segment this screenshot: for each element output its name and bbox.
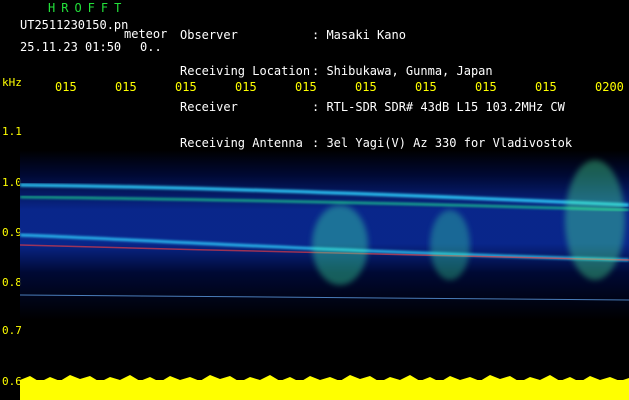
mode-label: meteor (124, 27, 168, 41)
burst-1 (312, 205, 368, 285)
app-name: HROFFT (48, 1, 128, 15)
burst-3 (565, 160, 625, 280)
location-label: Receiving Location (180, 64, 311, 78)
file-name: UT2511230150.pn (20, 18, 129, 32)
time-tick-9: 015 (535, 80, 557, 94)
power-bar (20, 375, 629, 400)
time-tick-7: 015 (415, 80, 437, 94)
freq-unit-label: kHz (2, 76, 22, 89)
time-tick-1: 015 (55, 80, 77, 94)
time-tick-2: 015 (115, 80, 137, 94)
time-tick-6: 015 (355, 80, 377, 94)
time-tick-10: 0200 (595, 80, 624, 94)
observer-value: : Masaki Kano (312, 28, 406, 42)
spectrogram-plot (20, 150, 629, 320)
location-value: : Shibukawa, Gunma, Japan (312, 64, 493, 78)
freq-tick-0.8: 0.8 (2, 276, 22, 289)
burst-2 (430, 210, 470, 280)
header: HROFFT UT2511230150.pn meteor 25.11.23 0… (0, 0, 629, 149)
date-time: 25.11.23 01:50 (20, 40, 122, 54)
freq-tick-1.1: 1.1 (2, 125, 22, 138)
counter: 0.. (140, 40, 162, 54)
time-axis: kHz 015 015 015 015 015 015 015 015 015 … (0, 76, 629, 94)
freq-tick-0.6: 0.6 (2, 375, 22, 388)
observer-label: Observer (180, 28, 238, 42)
time-tick-8: 015 (475, 80, 497, 94)
time-tick-4: 015 (235, 80, 257, 94)
freq-tick-0.7: 0.7 (2, 324, 22, 337)
freq-tick-1.0: 1.0 (2, 176, 22, 189)
freq-tick-0.9: 0.9 (2, 226, 22, 239)
time-tick-3: 015 (175, 80, 197, 94)
time-tick-5: 015 (295, 80, 317, 94)
power-noise-edge (20, 375, 629, 400)
